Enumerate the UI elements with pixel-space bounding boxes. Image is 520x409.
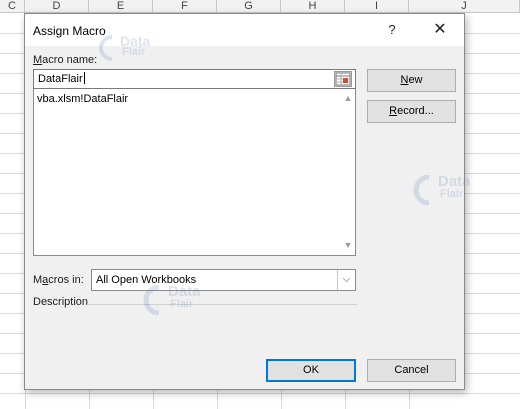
macros-in-label: Macros in: (33, 274, 84, 286)
dialog-title: Assign Macro (33, 24, 106, 38)
column-header-e[interactable]: E (89, 0, 153, 13)
scroll-down-icon[interactable]: ▼ (341, 239, 355, 251)
assign-macro-dialog: Assign Macro ? ✕ Macro name: DataFlair v… (24, 13, 465, 390)
column-header-j[interactable]: J (409, 0, 520, 13)
column-header-h[interactable]: H (281, 0, 345, 13)
macro-name-input[interactable]: DataFlair (33, 69, 356, 89)
cancel-button[interactable]: Cancel (367, 359, 456, 382)
grid-line-horizontal (0, 393, 520, 394)
macro-name-label: Macro name: (33, 54, 97, 66)
macros-in-label-pre: M (33, 274, 43, 286)
macro-list-item[interactable]: vba.xlsm!DataFlair (37, 92, 128, 106)
description-label: Description (33, 296, 89, 308)
column-header-g[interactable]: G (217, 0, 281, 13)
macros-in-value: All Open Workbooks (96, 274, 197, 286)
macros-in-label-post: cros in: (48, 274, 84, 286)
record-accelerator: R (389, 105, 398, 117)
scroll-up-icon[interactable]: ▲ (341, 92, 355, 104)
column-header-c[interactable]: C (0, 0, 25, 13)
macro-list[interactable]: vba.xlsm!DataFlair ▲ ▼ (33, 89, 356, 256)
dialog-titlebar: Assign Macro ? ✕ (25, 14, 464, 46)
macro-name-label-text: acro name: (42, 54, 98, 66)
new-button[interactable]: New (367, 69, 456, 92)
text-caret (83, 72, 85, 84)
record-label: ecord... (397, 105, 434, 117)
column-header-row: C D E F G H I J (0, 0, 520, 13)
column-header-i[interactable]: I (345, 0, 409, 13)
column-header-d[interactable]: D (25, 0, 89, 13)
macro-name-accelerator: M (33, 54, 43, 66)
help-button[interactable]: ? (381, 20, 403, 40)
macros-in-dropdown[interactable]: All Open Workbooks ⌵ (91, 269, 356, 291)
record-button[interactable]: Record... (367, 100, 456, 123)
macro-name-value: DataFlair (38, 73, 83, 85)
close-button[interactable]: ✕ (427, 20, 453, 40)
collapse-dialog-icon[interactable] (334, 71, 352, 87)
ok-button[interactable]: OK (266, 359, 356, 382)
column-header-f[interactable]: F (153, 0, 217, 13)
chevron-down-icon[interactable]: ⌵ (337, 270, 355, 290)
description-divider (87, 304, 357, 305)
new-label: ew (408, 74, 423, 86)
